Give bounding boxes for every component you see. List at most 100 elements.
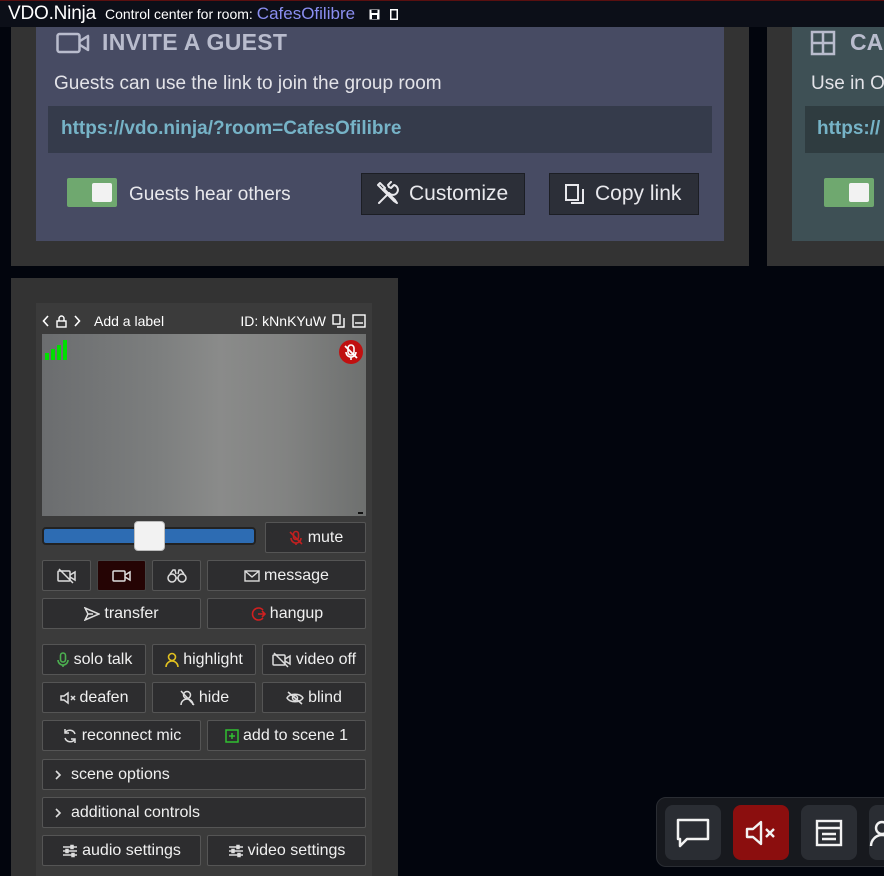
invite-card: INVITE A GUEST Guests can use the link t… [36,27,724,241]
additional-controls-expander[interactable]: additional controls [42,797,366,828]
window-icon[interactable] [352,314,366,328]
refresh-icon [62,728,82,744]
guest-card: Add a label ID: kNnKYuW mute message tra… [36,303,372,876]
capture-link-text[interactable]: https:// [817,118,880,140]
video-off-toggle-button[interactable] [42,560,91,591]
tools-icon [375,181,409,207]
capture-link-box[interactable]: https:// [805,106,884,153]
customize-button[interactable]: Customize [361,173,525,215]
copy-link-button[interactable]: Copy link [549,173,699,215]
capture-description: Use in O [811,73,884,94]
toggle-knob [92,183,112,202]
send-icon [84,606,104,621]
user-button[interactable] [869,805,884,860]
customize-label: Customize [409,182,509,205]
popout-icon[interactable] [390,8,399,20]
message-button[interactable]: message [207,560,366,591]
chevron-right-icon [53,769,67,781]
guest-header: Add a label ID: kNnKYuW [42,311,366,331]
highlight-button[interactable]: highlight [152,644,256,675]
chat-button[interactable] [665,805,721,860]
save-icon[interactable] [369,9,380,20]
capture-title-text: CA [850,29,884,55]
video-settings-button[interactable]: video settings [207,835,366,866]
invite-link-box[interactable]: https://vdo.ninja/?room=CafesOfilibre [48,106,712,153]
sliders-icon [62,844,82,858]
brand-title: VDO.Ninja [8,3,96,24]
video-off-label: video off [295,650,357,668]
blind-button[interactable]: blind [262,682,366,713]
chevron-left-icon[interactable] [42,315,50,327]
envelope-icon [244,569,264,582]
capture-card: CA Use in O https:// [792,27,884,241]
video-camera-button[interactable] [97,560,146,591]
room-name[interactable]: CafesOfilibre [257,4,355,24]
deafen-label: deafen [79,688,129,706]
mic-off-icon [339,340,363,364]
video-off-icon [272,651,296,668]
solo-talk-button[interactable]: solo talk [42,644,146,675]
mute-button[interactable]: mute [265,522,366,553]
hangup-label: hangup [269,604,324,622]
guest-panel: Add a label ID: kNnKYuW mute message tra… [11,278,398,876]
scene-options-expander[interactable]: scene options [42,759,366,790]
invite-title: INVITE A GUEST [56,29,287,56]
hangup-icon [250,606,270,622]
speaker-mute-button[interactable] [733,805,789,860]
person-icon [165,652,183,668]
lock-icon[interactable] [56,314,67,328]
grid-icon [810,30,850,56]
hide-button[interactable]: hide [152,682,256,713]
signal-strength-icon [45,338,69,360]
transfer-label: transfer [104,604,159,622]
guests-hear-others-toggle[interactable] [67,178,117,207]
audio-settings-label: audio settings [82,841,181,859]
person-hidden-icon [179,689,199,706]
capture-toggle[interactable] [824,178,874,207]
window-button[interactable] [801,805,857,860]
chat-icon [676,818,710,848]
video-settings-label: video settings [247,841,346,859]
add-label-button[interactable]: Add a label [94,313,164,329]
capture-title: CA [810,29,883,56]
copy-id-icon[interactable] [332,314,346,328]
hangup-button[interactable]: hangup [207,598,366,629]
deafen-button[interactable]: deafen [42,682,146,713]
invite-description: Guests can use the link to join the grou… [54,73,442,94]
top-bar: VDO.Ninja Control center for room: Cafes… [0,0,884,27]
solo-talk-label: solo talk [73,650,133,668]
video-camera-icon [111,569,132,583]
hide-label: hide [198,688,230,706]
user-icon [868,819,884,847]
copy-icon [563,182,595,206]
invite-link-text[interactable]: https://vdo.ninja/?room=CafesOfilibre [61,118,401,140]
guest-video-preview[interactable] [42,334,366,516]
chevron-right-icon[interactable] [73,315,81,327]
additional-controls-label: additional controls [71,803,200,821]
chevron-right-icon [53,807,67,819]
guests-hear-others-label: Guests hear others [129,184,291,205]
video-off-button[interactable]: video off [262,644,366,675]
add-to-scene-button[interactable]: add to scene 1 [207,720,366,751]
capture-panel: CA Use in O https:// [767,27,884,266]
copy-link-label: Copy link [595,182,682,205]
binoculars-icon [166,568,187,584]
video-camera-icon [56,32,102,54]
highlight-label: highlight [183,650,243,668]
window-icon [815,819,843,847]
transfer-button[interactable]: transfer [42,598,201,629]
bottom-toolbar [656,797,884,867]
video-off-icon [56,567,77,584]
scene-options-label: scene options [71,765,170,783]
volume-slider-handle[interactable] [134,521,165,551]
eye-slash-icon [286,690,308,705]
add-to-scene-label: add to scene 1 [243,726,348,744]
audio-settings-button[interactable]: audio settings [42,835,201,866]
reconnect-mic-button[interactable]: reconnect mic [42,720,201,751]
invite-title-text: INVITE A GUEST [102,29,288,55]
blind-label: blind [308,688,342,706]
reconnect-mic-label: reconnect mic [81,726,182,744]
guest-id: ID: kNnKYuW [240,313,326,329]
binoculars-button[interactable] [152,560,201,591]
plus-square-icon [225,728,243,743]
